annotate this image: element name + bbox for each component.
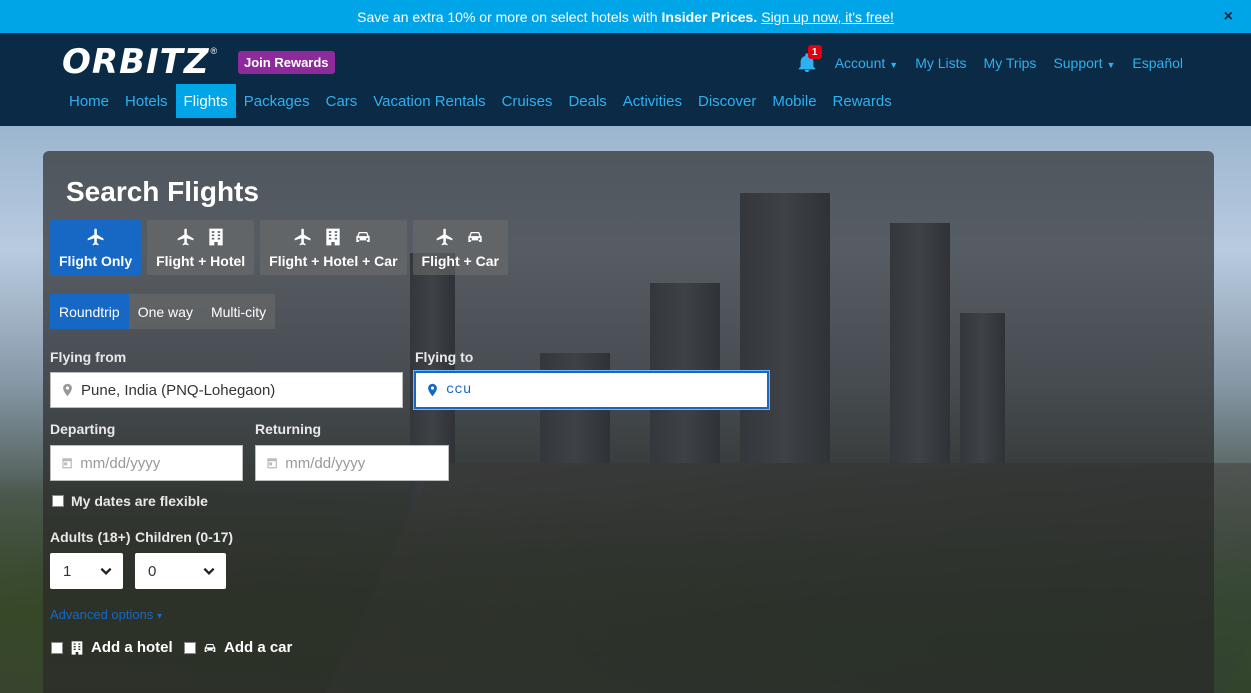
nav-home[interactable]: Home <box>61 84 117 118</box>
departing-field[interactable] <box>50 445 243 481</box>
nav-flights[interactable]: Flights <box>175 84 236 118</box>
support-label: Support <box>1053 55 1103 71</box>
notifications-button[interactable]: 1 <box>796 45 822 74</box>
departing-input[interactable] <box>80 454 242 472</box>
nav-rewards[interactable]: Rewards <box>825 84 900 118</box>
language-link[interactable]: Español <box>1132 55 1183 71</box>
tab-multi-city[interactable]: Multi-city <box>201 294 276 329</box>
tab-flight-car[interactable]: Flight + Car <box>412 220 508 275</box>
map-pin-icon <box>428 383 437 397</box>
flexible-dates-label: My dates are flexible <box>71 493 208 509</box>
logo-text: ORBITZ <box>62 42 210 82</box>
checkbox[interactable] <box>51 641 63 654</box>
plane-icon <box>87 228 104 246</box>
nav-cars[interactable]: Cars <box>318 84 366 118</box>
hotel-icon <box>326 228 341 246</box>
tab-roundtrip[interactable]: Roundtrip <box>50 294 129 329</box>
trip-type-tabs: Roundtrip One way Multi-city <box>50 294 276 329</box>
adults-value: 1 <box>63 562 72 580</box>
tab-flight-only[interactable]: Flight Only <box>50 220 142 275</box>
checkbox[interactable] <box>184 641 196 654</box>
add-hotel-label: Add a hotel <box>91 639 173 656</box>
nav-packages[interactable]: Packages <box>236 84 318 118</box>
flying-to-field[interactable] <box>414 371 769 409</box>
promo-bold: Insider Prices. <box>661 8 758 25</box>
account-menu[interactable]: Account ▼ <box>835 55 899 71</box>
site-header: ORBITZ ® Join Rewards 1 Account ▼ My List… <box>0 33 1251 126</box>
flying-from-field[interactable] <box>50 372 403 408</box>
calendar-icon <box>267 458 277 469</box>
utility-nav: 1 Account ▼ My Lists My Trips Support ▼ Es… <box>796 45 1183 74</box>
nav-activities[interactable]: Activities <box>615 84 690 118</box>
my-lists-link[interactable]: My Lists <box>915 55 966 71</box>
flying-from-input[interactable] <box>81 381 402 399</box>
car-icon <box>204 643 216 652</box>
flying-from-label: Flying from <box>50 349 127 365</box>
nav-cruises[interactable]: Cruises <box>494 84 561 118</box>
page-title: Search Flights <box>66 176 259 207</box>
nav-vacation-rentals[interactable]: Vacation Rentals <box>365 84 493 118</box>
nav-deals[interactable]: Deals <box>560 84 614 118</box>
adults-label: Adults (18+) <box>50 529 131 545</box>
nav-discover[interactable]: Discover <box>690 84 764 118</box>
my-trips-link[interactable]: My Trips <box>984 55 1037 71</box>
tab-flight-hotel-car[interactable]: Flight + Hotel + Car <box>260 220 407 275</box>
hotel-icon <box>71 640 83 655</box>
add-car-checkbox[interactable]: Add a car <box>184 639 292 656</box>
tab-one-way[interactable]: One way <box>128 294 202 329</box>
product-tabs: Flight Only Flight + Hotel Flight + Hote… <box>50 220 508 275</box>
tab-label: Flight + Hotel + Car <box>269 253 398 269</box>
chevron-down-icon: ▼ <box>1106 60 1116 70</box>
plane-icon <box>436 228 453 246</box>
checkbox[interactable] <box>52 495 64 507</box>
add-car-label: Add a car <box>224 639 293 656</box>
orbitz-logo[interactable]: ORBITZ ® <box>62 42 218 82</box>
children-value: 0 <box>148 562 157 580</box>
promo-bar: Save an extra 10% or more on select hote… <box>0 0 1251 33</box>
support-menu[interactable]: Support ▼ <box>1053 55 1115 71</box>
nav-mobile[interactable]: Mobile <box>764 84 824 118</box>
plane-icon <box>177 228 194 246</box>
close-icon[interactable]: × <box>1224 8 1233 26</box>
chevron-down-icon: ▼ <box>889 60 899 70</box>
join-rewards-button[interactable]: Join Rewards <box>238 51 335 74</box>
account-label: Account <box>834 55 886 71</box>
children-label: Children (0-17) <box>135 529 234 545</box>
flying-to-label: Flying to <box>415 349 474 365</box>
plane-icon <box>295 228 311 246</box>
chevron-down-icon <box>100 567 112 575</box>
children-select[interactable]: 0 <box>135 553 226 589</box>
hotel-icon <box>208 228 223 246</box>
nav-hotels[interactable]: Hotels <box>117 84 176 118</box>
calendar-icon <box>62 458 72 469</box>
adults-select[interactable]: 1 <box>50 553 123 589</box>
tab-label: Flight Only <box>59 253 133 269</box>
returning-label: Returning <box>255 421 322 437</box>
promo-signup-link[interactable]: Sign up now, it's free! <box>761 9 894 25</box>
tab-label: Flight + Car <box>421 253 499 269</box>
advanced-options-label: Advanced options <box>50 607 154 622</box>
promo-text: Save an extra 10% or more on select hote… <box>357 8 658 25</box>
chevron-down-icon <box>203 567 215 575</box>
notification-badge: 1 <box>807 45 822 59</box>
returning-field[interactable] <box>255 445 449 481</box>
flying-to-input[interactable] <box>446 382 767 398</box>
map-pin-icon <box>63 383 72 397</box>
flexible-dates-checkbox[interactable]: My dates are flexible <box>52 493 208 509</box>
car-icon <box>356 232 371 242</box>
main-nav: Home Hotels Flights Packages Cars Vacati… <box>61 84 900 118</box>
car-icon <box>468 232 482 242</box>
advanced-options-link[interactable]: Advanced options ▾ <box>50 607 162 622</box>
chevron-down-icon: ▾ <box>156 611 163 622</box>
add-hotel-checkbox[interactable]: Add a hotel <box>51 639 173 656</box>
tab-label: Flight + Hotel <box>156 253 246 269</box>
returning-input[interactable] <box>285 454 448 472</box>
logo-trademark: ® <box>210 46 218 56</box>
tab-flight-hotel[interactable]: Flight + Hotel <box>147 220 255 275</box>
departing-label: Departing <box>50 421 116 437</box>
